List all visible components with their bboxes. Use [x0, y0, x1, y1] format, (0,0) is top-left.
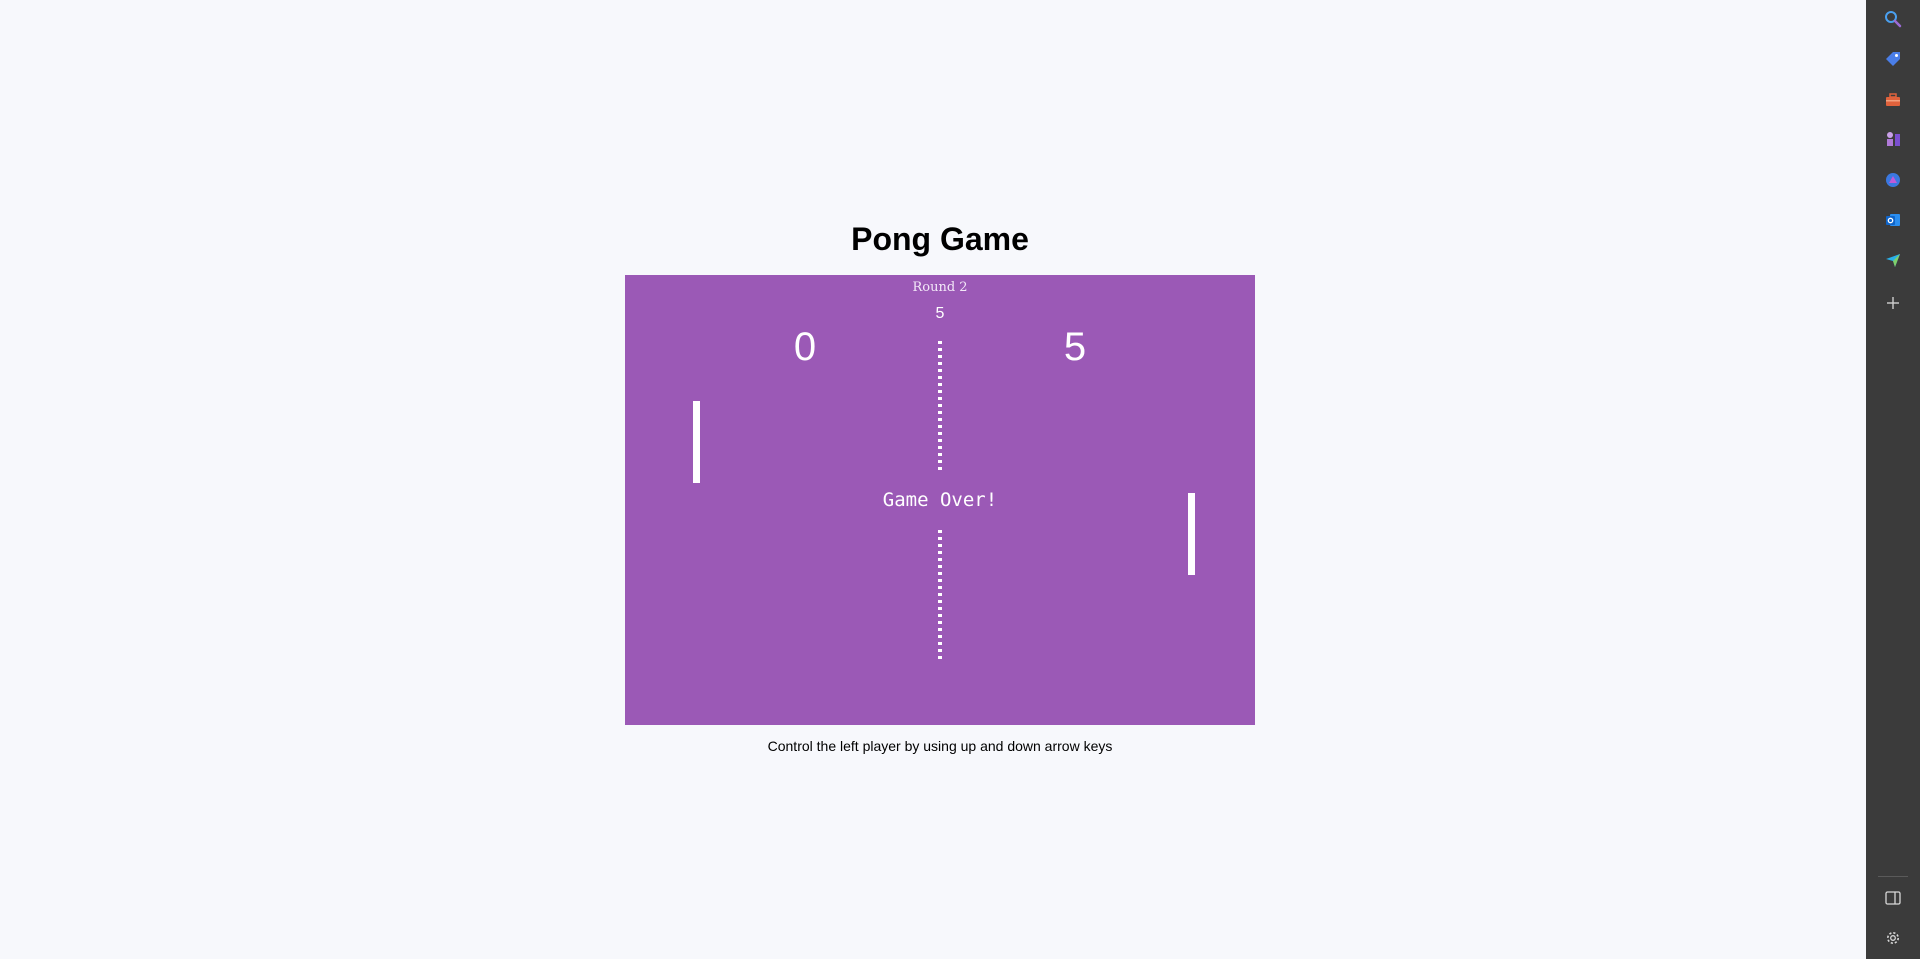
settings-icon[interactable]	[1881, 926, 1905, 950]
left-paddle	[693, 401, 700, 483]
game-canvas[interactable]: Round 2 5 0 5 Game Over!	[625, 275, 1255, 725]
toolbox-icon[interactable]	[1881, 88, 1905, 112]
center-net-bottom	[938, 530, 942, 662]
target-score: 5	[935, 305, 945, 322]
chess-icon[interactable]	[1881, 127, 1905, 151]
tag-icon[interactable]	[1881, 47, 1905, 71]
add-icon[interactable]	[1881, 291, 1905, 315]
outlook-icon[interactable]	[1881, 208, 1905, 232]
browser-sidebar	[1866, 0, 1920, 959]
send-icon[interactable]	[1881, 248, 1905, 272]
page-title: Pong Game	[851, 221, 1029, 257]
instructions-text: Control the left player by using up and …	[767, 738, 1113, 754]
left-player-score: 0	[793, 325, 817, 369]
search-icon[interactable]	[1881, 7, 1905, 31]
round-label: Round 2	[912, 280, 968, 295]
center-net-top	[938, 341, 942, 471]
game-over-message: Game Over!	[882, 489, 998, 511]
sidebar-toggle-icon[interactable]	[1881, 886, 1905, 910]
copilot-icon[interactable]	[1881, 168, 1905, 192]
right-player-score: 5	[1063, 325, 1087, 369]
sidebar-divider	[1878, 876, 1908, 877]
